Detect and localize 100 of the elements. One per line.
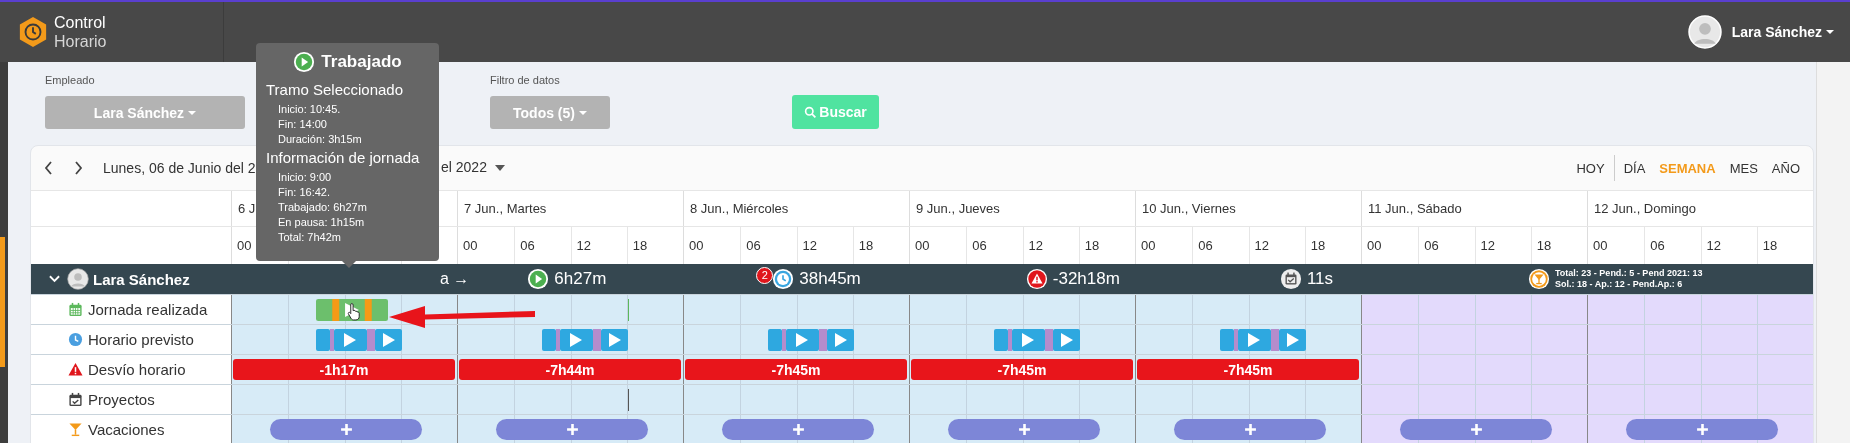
day-cell[interactable] <box>1587 415 1813 443</box>
hour-label: 12 <box>576 238 591 253</box>
day-cell[interactable] <box>683 325 909 354</box>
chevron-icon[interactable] <box>49 275 60 283</box>
app-subtitle: Horario <box>54 32 107 51</box>
plus-icon <box>1243 423 1257 436</box>
day-cell[interactable] <box>1587 325 1813 354</box>
day-cell[interactable] <box>457 295 683 324</box>
summary-value: 11s <box>1306 269 1334 289</box>
hour-label: 06 <box>1198 238 1213 253</box>
user-menu-button[interactable]: Lara Sánchez <box>1731 24 1834 40</box>
day-cell[interactable] <box>1361 295 1587 324</box>
hour-label: 12 <box>802 238 817 253</box>
hour-label: 12 <box>1706 238 1721 253</box>
day-cell[interactable] <box>457 325 683 354</box>
add-vacation-button[interactable] <box>948 419 1100 440</box>
tooltip-line: Inicio: 9:00 <box>277 170 333 185</box>
planned-schedule-drawing[interactable] <box>542 328 628 351</box>
day-cell[interactable] <box>683 415 909 443</box>
add-vacation-button[interactable] <box>1174 419 1326 440</box>
planned-schedule-drawing[interactable] <box>1220 328 1306 351</box>
day-cell[interactable] <box>1587 355 1813 384</box>
add-vacation-button[interactable] <box>1626 419 1778 440</box>
hour-label: 00 <box>915 238 930 253</box>
planned-schedule-drawing[interactable] <box>994 328 1080 351</box>
calendar-check-icon <box>1279 268 1302 290</box>
day-header: 11 Jun., Sábado <box>1368 201 1462 216</box>
add-vacation-button[interactable] <box>496 419 648 440</box>
day-cell[interactable] <box>909 415 1135 443</box>
day-cell[interactable] <box>909 385 1135 414</box>
add-vacation-button[interactable] <box>722 419 874 440</box>
tooltip-line: Trabajado: 6h27m <box>277 200 368 215</box>
calendar-check-icon <box>68 392 83 407</box>
view-tab[interactable]: DÍA <box>1616 160 1653 176</box>
day-cell[interactable] <box>1587 295 1813 324</box>
day-cell[interactable] <box>909 325 1135 354</box>
add-vacation-button[interactable] <box>1400 419 1552 440</box>
clock-logo-icon <box>18 16 48 48</box>
date-range[interactable]: Lunes, 06 de Junio del 2 <box>103 160 256 176</box>
planned-schedule-drawing[interactable] <box>316 328 402 351</box>
previous-icon[interactable] <box>43 160 55 176</box>
hour-label: 06 <box>972 238 987 253</box>
row-label: Horario previsto <box>88 331 194 348</box>
avatar-icon <box>1687 15 1722 49</box>
hour-label: 00 <box>463 238 478 253</box>
day-cell[interactable] <box>1361 385 1587 414</box>
worked-time-drawing[interactable] <box>316 298 388 321</box>
app-title: Control <box>54 13 107 32</box>
day-cell[interactable] <box>1135 325 1361 354</box>
day-header: 9 Jun., Jueves <box>916 201 1000 216</box>
day-header: 10 Jun., Viernes <box>1142 201 1236 216</box>
day-cell[interactable] <box>1135 385 1361 414</box>
play-icon <box>527 268 550 290</box>
planned-schedule-drawing[interactable] <box>768 328 854 351</box>
caret-icon[interactable] <box>495 165 505 171</box>
day-cell[interactable] <box>1361 355 1587 384</box>
warning-icon <box>68 362 83 377</box>
plus-icon <box>791 423 805 436</box>
day-cell[interactable] <box>1361 325 1587 354</box>
day-cell[interactable] <box>909 295 1135 324</box>
view-tab[interactable]: AÑO <box>1764 160 1807 176</box>
employee-name[interactable]: Lara Sánchez <box>93 270 190 288</box>
count-badge: 2 <box>756 266 774 284</box>
day-cell[interactable] <box>231 325 457 354</box>
day-cell[interactable] <box>1361 415 1587 443</box>
day-header: 12 Jun., Domingo <box>1594 201 1696 216</box>
day-cell[interactable] <box>457 385 683 414</box>
tooltip-heading: Información de jornada <box>266 149 421 166</box>
date-range[interactable]: el 2022 <box>441 159 487 175</box>
play-icon <box>293 51 316 73</box>
tooltip-line: Fin: 14:00 <box>277 117 328 132</box>
day-cell[interactable] <box>457 415 683 443</box>
hour-label: 12 <box>1254 238 1269 253</box>
day-cell[interactable] <box>231 295 457 324</box>
day-cell[interactable] <box>1135 415 1361 443</box>
next-icon[interactable] <box>72 160 84 176</box>
clock-icon <box>68 332 83 347</box>
day-cell[interactable] <box>231 415 457 443</box>
avatar-icon <box>67 268 89 290</box>
hour-label: 18 <box>1084 238 1100 253</box>
scrollbar[interactable] <box>1816 62 1850 443</box>
cocktail-icon <box>1528 268 1551 290</box>
search-icon <box>804 105 818 119</box>
day-cell[interactable] <box>231 385 457 414</box>
hour-label: 00 <box>237 238 252 253</box>
plus-icon <box>1469 423 1483 436</box>
day-cell[interactable] <box>683 295 909 324</box>
hour-label: 00 <box>1141 238 1156 253</box>
day-cell[interactable] <box>1587 385 1813 414</box>
summary-value: -32h18m <box>1052 269 1120 289</box>
day-cell[interactable] <box>683 385 909 414</box>
day-cell[interactable] <box>1135 295 1361 324</box>
filter-label: Empleado <box>45 74 96 88</box>
hour-label: 18 <box>858 238 874 253</box>
view-tab[interactable]: MES <box>1722 160 1765 176</box>
view-tab[interactable]: HOY <box>1569 160 1612 176</box>
day-header: 8 Jun., Miércoles <box>690 201 789 216</box>
add-vacation-button[interactable] <box>270 419 422 440</box>
row-label: Jornada realizada <box>88 301 208 318</box>
hour-label: 00 <box>689 238 704 253</box>
